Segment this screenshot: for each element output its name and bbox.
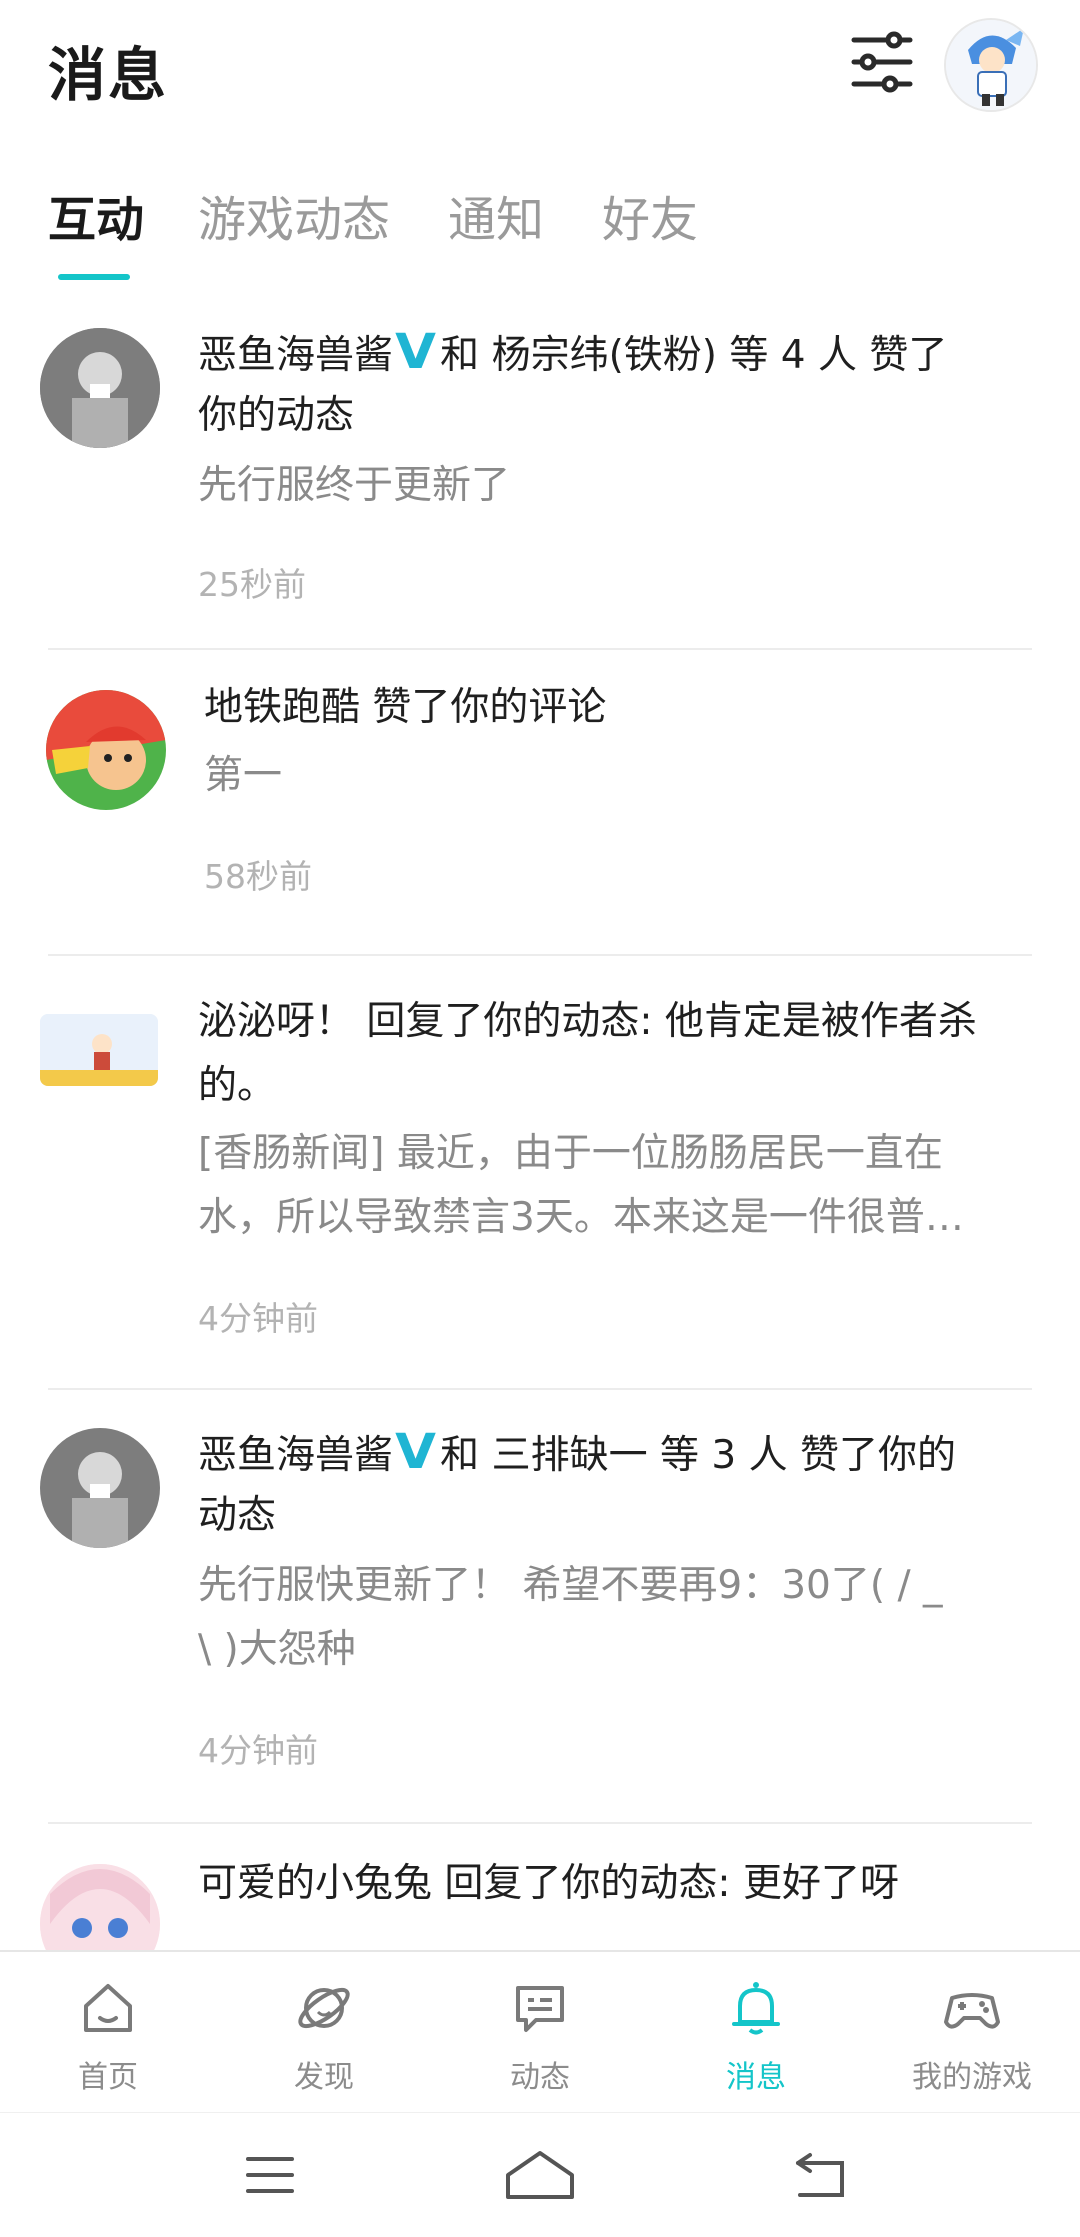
- avatar[interactable]: [46, 690, 166, 810]
- bell-icon: [732, 1982, 780, 2035]
- sender-name[interactable]: 地铁跑酷: [204, 685, 360, 730]
- tab-notifications[interactable]: 通知: [448, 180, 544, 250]
- verified-badge-icon: V: [395, 1424, 437, 1480]
- tab-interaction[interactable]: 互动: [48, 180, 144, 250]
- message-preview-cont: 水，所以导致禁言3天。本来这是一件很普…: [198, 1195, 964, 1240]
- message-time: 4分钟前: [198, 1731, 318, 1770]
- tab-bar: 互动 游戏动态 通知 好友: [0, 180, 1080, 290]
- nav-discover[interactable]: 发现: [216, 1952, 432, 2114]
- message-title-cont: 动态: [198, 1493, 277, 1538]
- message-title-cont: 你的动态: [198, 393, 355, 438]
- message-list: 恶鱼海兽酱V 和 杨宗纬(铁粉) 等 4 人 赞了 你的动态 先行服终于更新了 2…: [0, 290, 1080, 1950]
- message-time: 25秒前: [198, 565, 306, 604]
- list-item[interactable]: 恶鱼海兽酱V 和 杨宗纬(铁粉) 等 4 人 赞了 你的动态 先行服终于更新了 2…: [0, 290, 1080, 650]
- nav-feed[interactable]: 动态: [432, 1952, 648, 2114]
- avatar[interactable]: [40, 328, 160, 448]
- avatar[interactable]: [40, 1864, 160, 1950]
- sender-name[interactable]: 恶鱼海兽酱: [198, 333, 393, 378]
- planet-icon: [298, 1987, 350, 2029]
- list-item[interactable]: 可爱的小兔兔 回复了你的动态: 更好了呀: [0, 1824, 1080, 1950]
- tab-friends[interactable]: 好友: [602, 180, 698, 250]
- message-preview: [香肠新闻] 最近，由于一位肠肠居民一直在: [198, 1131, 943, 1176]
- page-title: 消息: [48, 41, 169, 109]
- list-item[interactable]: 恶鱼海兽酱V 和 三排缺一 等 3 人 赞了你的 动态 先行服快更新了！ 希望不要…: [0, 1390, 1080, 1824]
- sender-name[interactable]: 可爱的小兔兔: [198, 1861, 432, 1906]
- tab-game-updates[interactable]: 游戏动态: [198, 180, 390, 250]
- active-tab-indicator: [58, 274, 130, 280]
- nav-label: 动态: [510, 2060, 570, 2095]
- profile-avatar[interactable]: [944, 18, 1038, 112]
- nav-label: 首页: [78, 2060, 138, 2095]
- message-title: 可爱的小兔兔 回复了你的动态: 更好了呀: [198, 1861, 899, 1906]
- message-title: 地铁跑酷 赞了你的评论: [204, 685, 607, 730]
- home-system-button[interactable]: [504, 2145, 576, 2205]
- menu-button[interactable]: [240, 2145, 300, 2205]
- message-time: 4分钟前: [198, 1299, 318, 1338]
- message-preview: 第一: [204, 753, 283, 798]
- back-button[interactable]: [790, 2145, 850, 2205]
- chat-icon: [516, 1986, 564, 2032]
- nav-label: 我的游戏: [912, 2060, 1032, 2095]
- message-title-cont: 的。: [198, 1063, 277, 1108]
- message-title: 泌泌呀！ 回复了你的动态: 他肯定是被作者杀: [198, 999, 977, 1044]
- message-preview: 先行服快更新了！ 希望不要再9：30了( / _: [198, 1563, 943, 1608]
- home-outline-icon: [506, 2151, 574, 2199]
- sliders-icon: [851, 31, 913, 93]
- nav-messages[interactable]: 消息: [648, 1952, 864, 2114]
- nav-my-games[interactable]: 我的游戏: [864, 1952, 1080, 2114]
- bottom-navigation: 首页 发现 动态 消息 我的游戏: [0, 1950, 1080, 2114]
- home-icon: [84, 1984, 132, 2032]
- message-preview: 先行服终于更新了: [198, 463, 511, 508]
- list-item[interactable]: 地铁跑酷 赞了你的评论 第一 58秒前: [0, 650, 1080, 956]
- list-item[interactable]: 泌泌呀！ 回复了你的动态: 他肯定是被作者杀 的。 [香肠新闻] 最近，由于一位…: [0, 956, 1080, 1390]
- sender-name[interactable]: 恶鱼海兽酱: [198, 1433, 393, 1478]
- anime-character-avatar: [946, 20, 1036, 110]
- system-navigation-bar: [0, 2112, 1080, 2237]
- back-icon: [796, 2153, 844, 2197]
- avatar[interactable]: [40, 1014, 158, 1086]
- message-preview-cont: \ )大怨种: [198, 1627, 356, 1672]
- message-time: 58秒前: [204, 857, 312, 896]
- nav-label: 消息: [726, 2060, 786, 2095]
- nav-home[interactable]: 首页: [0, 1952, 216, 2114]
- menu-icon: [246, 2157, 294, 2193]
- avatar[interactable]: [40, 1428, 160, 1548]
- nav-label: 发现: [294, 2060, 354, 2095]
- message-title: 恶鱼海兽酱V 和 杨宗纬(铁粉) 等 4 人 赞了: [198, 320, 1032, 388]
- gamepad-icon: [944, 1993, 1000, 2029]
- filter-settings-button[interactable]: [846, 26, 918, 98]
- verified-badge-icon: V: [395, 324, 437, 380]
- header: 消息: [0, 0, 1080, 140]
- message-title: 恶鱼海兽酱V 和 三排缺一 等 3 人 赞了你的: [198, 1420, 1032, 1488]
